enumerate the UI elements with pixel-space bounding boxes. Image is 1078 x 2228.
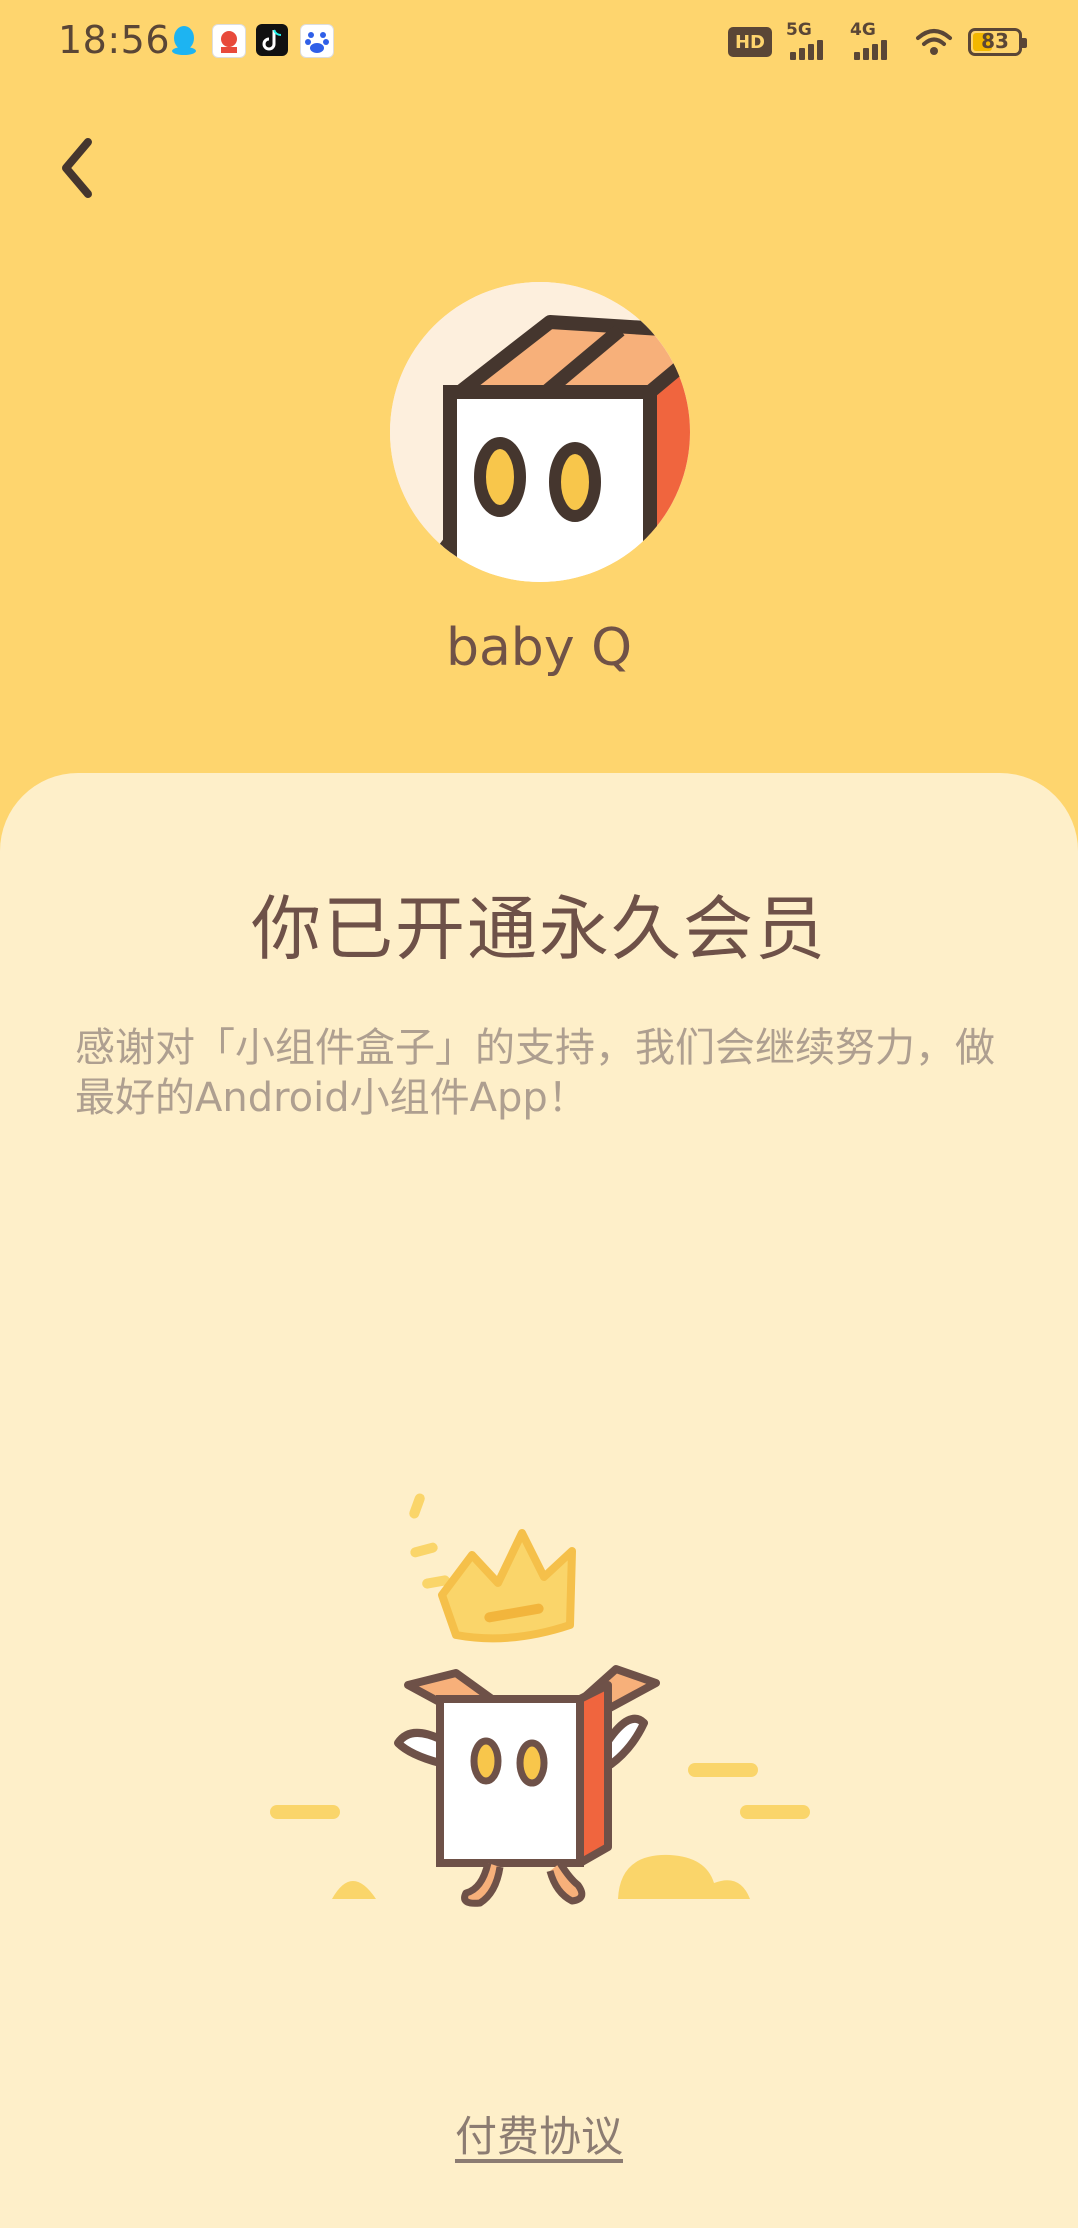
qq-icon — [168, 24, 200, 56]
avatar[interactable] — [390, 282, 690, 582]
thanks-description: 感谢对「小组件盒子」的支持，我们会继续努力，做最好的Android小组件App！ — [75, 1025, 995, 1121]
status-indicators: HD 5G 4G 83 — [728, 20, 1027, 62]
status-time: 18:56 — [58, 18, 171, 62]
tiktok-icon — [256, 24, 288, 56]
baidu-icon — [300, 24, 334, 58]
mascot-illustration — [260, 1473, 820, 1943]
membership-card: 你已开通永久会员 感谢对「小组件盒子」的支持，我们会继续努力，做最好的Andro… — [0, 773, 1078, 2228]
signal-4g-icon: 4G — [850, 20, 900, 60]
wifi-icon — [914, 26, 954, 58]
payment-agreement-link[interactable]: 付费协议 — [0, 2103, 1078, 2164]
status-bar: 18:56 HD 5G 4G 83 — [0, 0, 1078, 84]
back-button[interactable] — [52, 128, 122, 208]
page-title: 你已开通永久会员 — [251, 888, 827, 970]
app-notification-icon — [212, 24, 246, 58]
chevron-left-icon — [62, 138, 92, 198]
user-name: baby Q — [445, 618, 633, 678]
hd-voice-icon: HD — [728, 27, 772, 57]
battery-icon: 83 — [968, 28, 1027, 56]
signal-5g-icon: 5G — [786, 20, 836, 60]
